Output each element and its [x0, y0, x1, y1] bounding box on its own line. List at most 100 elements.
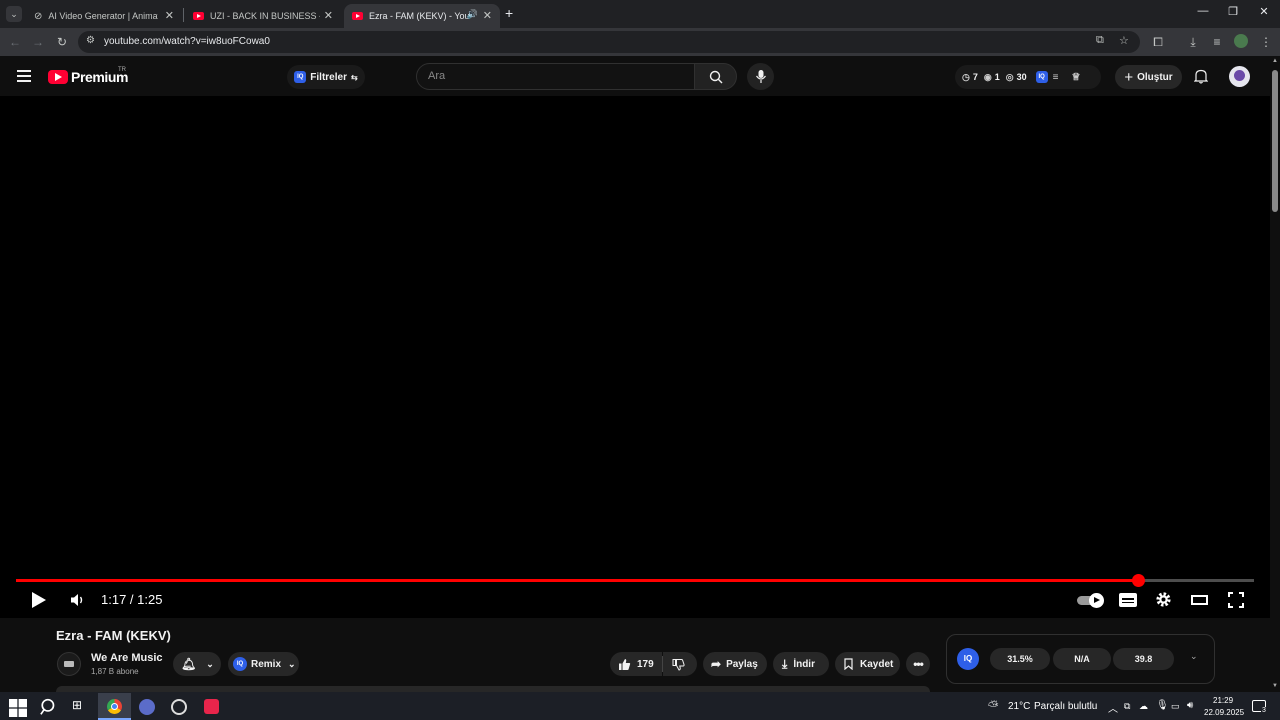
restore-window-button[interactable]: ❐ — [1218, 5, 1248, 18]
progress-bar[interactable] — [16, 574, 1254, 587]
onedrive-icon[interactable]: ☁ — [1139, 701, 1148, 712]
forward-arrow-icon[interactable]: → — [30, 35, 46, 49]
close-tab-icon[interactable]: ✕ — [165, 9, 174, 22]
tray-app-icon[interactable]: ⧉ — [1124, 701, 1130, 712]
weather-temp[interactable]: 21°C — [1008, 701, 1030, 712]
voice-search-button[interactable] — [747, 63, 774, 90]
share-arrow-icon: ➦ — [711, 657, 722, 671]
chevron-down-icon: ⌄ — [206, 658, 214, 669]
create-button[interactable]: + Oluştur — [1115, 65, 1182, 89]
video-player[interactable] — [0, 96, 1270, 618]
thumbs-down-icon — [672, 658, 685, 671]
bookmark-star-icon[interactable]: ☆ — [1119, 34, 1129, 47]
youtube-favicon-icon — [352, 12, 363, 20]
subscribed-bell-button[interactable]: 🔔︎ ⌄ — [173, 652, 221, 676]
show-hidden-icons-chevron-icon[interactable]: ︿ — [1108, 700, 1118, 715]
save-button[interactable]: Kaydet — [835, 652, 900, 676]
tab-title: Ezra - FAM (KEKV) - YouTub — [369, 11, 469, 21]
profile-avatar-icon[interactable] — [1234, 34, 1248, 48]
play-circle-icon — [1089, 593, 1104, 608]
speaker-icon[interactable]: 🔊︎ — [1187, 700, 1193, 711]
url-text: youtube.com/watch?v=iw8uoFCowa0 — [104, 36, 270, 47]
network-icon[interactable]: ▭ — [1171, 701, 1180, 712]
browser-menu-icon[interactable]: ⋮ — [1258, 35, 1274, 49]
subtitles-icon[interactable] — [1119, 593, 1137, 607]
iq-panel-chevron-down-icon[interactable]: ⌄ — [1190, 651, 1198, 662]
microphone-tray-icon[interactable]: 🎙︎ — [1156, 700, 1169, 711]
back-arrow-icon[interactable]: ← — [7, 35, 23, 49]
more-actions-button[interactable]: ••• — [906, 652, 930, 676]
play-icon[interactable] — [31, 591, 47, 609]
channel-avatar[interactable] — [57, 652, 81, 676]
guide-menu-icon[interactable] — [17, 70, 31, 82]
iq-stat-2: N/A — [1053, 648, 1111, 670]
iq-stats-bar[interactable]: ◷ 7 ◉ 1 ◎ 30 IQ ≡ ♕ — [955, 65, 1101, 89]
video-title: Ezra - FAM (KEKV) — [56, 628, 171, 643]
create-label: Oluştur — [1137, 71, 1173, 83]
close-tab-icon[interactable]: ✕ — [483, 9, 492, 22]
search-button[interactable] — [694, 63, 737, 90]
weather-text[interactable]: Parçalı bulutlu — [1034, 701, 1097, 712]
iq-panel-logo-icon[interactable]: IQ — [957, 648, 979, 670]
windows-start-icon[interactable] — [9, 699, 27, 717]
share-button[interactable]: ➦ Paylaş — [703, 652, 767, 676]
taskbar-app-icon[interactable] — [139, 699, 155, 715]
search-input[interactable]: Ara — [416, 63, 695, 90]
tab-audio-playing-icon[interactable]: 🔊 — [467, 9, 478, 20]
reload-icon[interactable]: ↻ — [54, 35, 70, 49]
youtube-logo-icon[interactable] — [48, 70, 68, 84]
media-controls-icon[interactable]: ≡ — [1209, 35, 1225, 49]
address-bar[interactable]: ⚙ youtube.com/watch?v=iw8uoFCowa0 ⧉ ☆ — [78, 31, 1140, 53]
theater-mode-icon[interactable] — [1191, 595, 1208, 605]
clock-date[interactable]: 22.09.2025 — [1204, 708, 1244, 717]
clock-icon: ◷ — [962, 71, 970, 82]
iq-extension-icon: IQ — [294, 71, 307, 83]
notifications-bell-icon[interactable] — [1194, 69, 1208, 84]
microphone-icon — [756, 70, 766, 83]
fullscreen-icon[interactable] — [1228, 592, 1244, 608]
tab-uzi-back-in-business[interactable]: UZI - BACK IN BUSINESS - YouT ✕ — [185, 4, 341, 28]
tab-title: AI Video Generator | Animate P — [48, 11, 158, 21]
scroll-down-arrow-icon[interactable]: ▼ — [1272, 683, 1278, 689]
close-tab-icon[interactable]: ✕ — [324, 9, 333, 22]
iq-extension-icon: IQ — [1035, 71, 1048, 83]
account-avatar[interactable] — [1229, 66, 1250, 87]
search-icon — [709, 70, 723, 84]
taskbar-app-icon[interactable] — [204, 699, 219, 714]
tab-title: UZI - BACK IN BUSINESS - YouT — [210, 11, 320, 21]
tab-search-button[interactable]: ⌄ — [6, 6, 22, 22]
new-tab-button[interactable]: + — [505, 6, 513, 20]
volume-icon[interactable] — [70, 593, 86, 607]
iq-extension-icon: IQ — [233, 657, 247, 671]
task-view-icon[interactable]: ⊞ — [72, 698, 82, 712]
site-info-icon[interactable]: ⚙ — [86, 35, 95, 46]
channel-name[interactable]: We Are Music — [91, 652, 163, 664]
eye-outline-icon: ◎ — [1005, 71, 1014, 82]
close-window-button[interactable]: ✕ — [1249, 5, 1279, 18]
weather-icon[interactable]: ⛅︎ — [988, 698, 998, 714]
remix-button[interactable]: IQ Remix ⌄ — [228, 652, 299, 676]
filters-button[interactable]: IQ Filtreler ⇆ — [287, 65, 365, 89]
stat-c: 30 — [1016, 72, 1027, 82]
bell-icon: 🔔︎ — [181, 657, 197, 671]
browser-toolbar: ← → ↻ ⚙ youtube.com/watch?v=iw8uoFCowa0 … — [0, 28, 1280, 56]
dislike-button[interactable] — [663, 652, 697, 676]
remix-label: Remix — [251, 658, 282, 670]
search-placeholder: Ara — [428, 70, 446, 82]
scrollbar-thumb[interactable] — [1272, 70, 1278, 212]
autoplay-toggle[interactable] — [1077, 593, 1107, 608]
downloads-icon[interactable]: ⤓ — [1185, 35, 1201, 49]
clock-time[interactable]: 21:29 — [1213, 696, 1233, 705]
extensions-puzzle-icon[interactable]: ⧠ — [1150, 35, 1166, 49]
download-button[interactable]: ⤓ İndir — [773, 652, 829, 676]
like-button[interactable]: 179 — [610, 652, 662, 676]
taskbar-app-icon[interactable] — [171, 699, 187, 715]
minimize-window-button[interactable]: — — [1188, 5, 1218, 17]
settings-gear-icon[interactable] — [1155, 591, 1172, 608]
tab-ezra-fam[interactable]: Ezra - FAM (KEKV) - YouTub 🔊 ✕ — [344, 4, 500, 28]
taskbar-search-icon[interactable] — [40, 698, 58, 716]
install-app-icon[interactable]: ⧉ — [1096, 34, 1104, 47]
scroll-up-arrow-icon[interactable]: ▲ — [1272, 58, 1278, 64]
tab-ai-video-generator[interactable]: ⊘ AI Video Generator | Animate P ✕ — [26, 4, 182, 28]
progress-scrubber[interactable] — [1131, 574, 1145, 587]
